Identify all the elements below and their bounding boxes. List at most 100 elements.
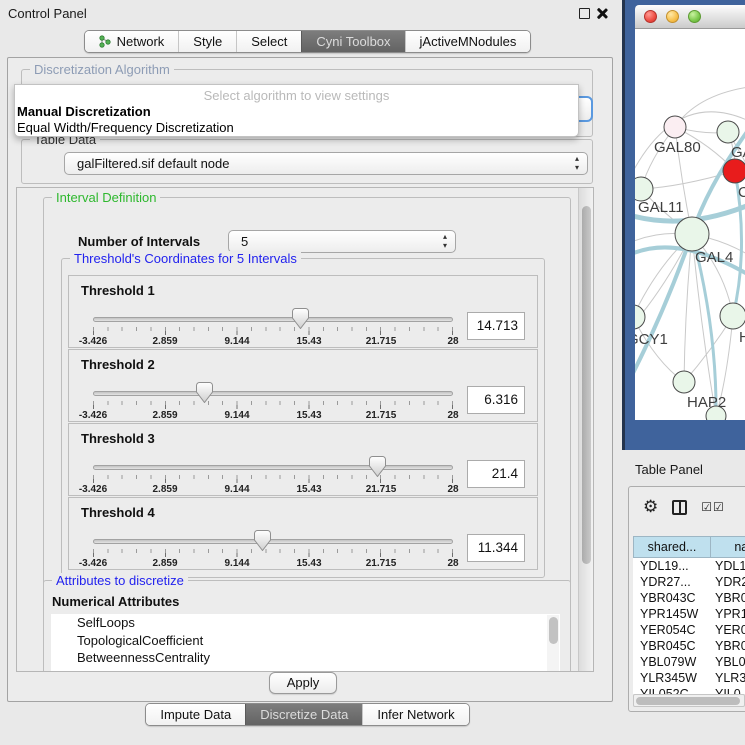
slider-ticks	[93, 549, 453, 557]
network-canvas[interactable]: GAL80 GA C GAL11 GAL4 GCY1 H HAP2	[635, 29, 745, 420]
application-window: Control Panel Network Style Sele	[0, 0, 745, 745]
threshold-3-value-field[interactable]: 21.4	[467, 460, 525, 488]
number-of-intervals-label: Number of Intervals	[78, 234, 200, 249]
table-header: shared... na...	[633, 536, 745, 558]
network-nodes[interactable]	[635, 116, 745, 420]
number-of-intervals-spinner[interactable]: 5 ▴▾	[228, 230, 456, 253]
float-window-icon[interactable]	[579, 8, 590, 19]
tab-infer-network[interactable]: Infer Network	[362, 704, 468, 725]
stepper-arrows-icon: ▴▾	[443, 232, 447, 250]
table-toolbar: ⚙ ☑☑	[635, 492, 745, 522]
node-gcy1[interactable]	[635, 305, 645, 329]
combobox-value: galFiltered.sif default node	[77, 153, 229, 174]
svg-text:GCY1: GCY1	[635, 331, 668, 348]
slider-ticks	[93, 475, 453, 483]
bottom-tabbar: Impute Data Discretize Data Infer Networ…	[0, 703, 615, 726]
cyni-toolbox-content: Discretization Algorithm Select algorith…	[7, 57, 613, 702]
tab-select[interactable]: Select	[236, 31, 301, 52]
tab-network[interactable]: Network	[85, 31, 179, 52]
threshold-2-value-field[interactable]: 6.316	[467, 386, 525, 414]
table-row[interactable]: YDR27...YDR2...	[633, 574, 745, 590]
table-row[interactable]: YDL19...YDL1...	[633, 558, 745, 574]
spinner-value: 5	[241, 231, 248, 252]
tab-cyni-toolbox[interactable]: Cyni Toolbox	[301, 31, 404, 52]
table-row[interactable]: YBR043CYBR0...	[633, 590, 745, 606]
tab-discretize-data[interactable]: Discretize Data	[245, 704, 362, 725]
numerical-attributes-label: Numerical Attributes	[52, 594, 179, 609]
slider-track	[93, 317, 453, 322]
tab-style[interactable]: Style	[178, 31, 236, 52]
table-row[interactable]: YBR045CYBR0...	[633, 638, 745, 654]
threshold-3-slider[interactable]: -3.4262.8599.14415.4321.71528	[93, 458, 453, 496]
node-gal80[interactable]	[664, 116, 686, 138]
select-columns-icon[interactable]: ☑☑	[701, 500, 725, 514]
group-title: Attributes to discretize	[52, 573, 188, 588]
svg-text:H: H	[739, 329, 745, 346]
slider-track	[93, 391, 453, 396]
network-window-titlebar[interactable]	[635, 5, 745, 29]
column-header-name[interactable]: na...	[711, 536, 745, 558]
svg-text:GAL80: GAL80	[654, 139, 701, 156]
threshold-1-slider[interactable]: -3.4262.8599.14415.4321.71528	[93, 310, 453, 348]
list-scrollbar[interactable]	[547, 615, 559, 672]
apply-button[interactable]: Apply	[269, 672, 337, 694]
table-row[interactable]: YPR145WYPR1...	[633, 606, 745, 622]
panel-title: Control Panel	[8, 0, 87, 27]
node-gal4[interactable]	[675, 217, 709, 251]
control-panel-titlebar: Control Panel	[0, 0, 615, 27]
table-panel-title: Table Panel	[635, 462, 703, 477]
group-title: Discretization Algorithm	[30, 62, 174, 77]
table-row[interactable]: YLR345WYLR3...	[633, 670, 745, 686]
minimize-traffic-light[interactable]	[666, 10, 679, 23]
threshold-4-slider[interactable]: -3.4262.8599.14415.4321.71528	[93, 532, 453, 570]
node-hap2[interactable]	[673, 371, 695, 393]
settings-scrollpane: Interval Definition Number of Intervals …	[16, 187, 594, 672]
table-row[interactable]: YIL052CYIL0...	[633, 686, 745, 694]
threshold-2-slider[interactable]: -3.4262.8599.14415.4321.71528	[93, 384, 453, 422]
threshold-3-panel: Threshold 3 -3.4262.8599.14415.4321.7152…	[68, 423, 538, 496]
list-item[interactable]: BetweennessCentrality	[51, 649, 560, 667]
group-title: Interval Definition	[52, 190, 160, 205]
slider-thumb[interactable]	[369, 456, 386, 477]
numerical-attributes-list: SelfLoops TopologicalCoefficient Between…	[51, 614, 560, 672]
popup-option-equal-width[interactable]: Equal Width/Frequency Discretization	[15, 120, 578, 136]
tab-impute-data[interactable]: Impute Data	[146, 704, 245, 725]
attributes-group: Attributes to discretize Numerical Attri…	[43, 580, 571, 672]
popup-option-manual-discretization[interactable]: Manual Discretization	[15, 104, 578, 120]
settings-scrollbar[interactable]	[578, 188, 593, 671]
slider-thumb[interactable]	[292, 308, 309, 329]
tab-jactivemnodules[interactable]: jActiveMNodules	[405, 31, 531, 52]
table-row[interactable]: YBL079WYBL0...	[633, 654, 745, 670]
threshold-4-value-field[interactable]: 11.344	[467, 534, 525, 562]
slider-thumb[interactable]	[196, 382, 213, 403]
table-horizontal-scrollbar[interactable]	[633, 694, 745, 707]
network-icon	[99, 35, 111, 48]
control-panel: Control Panel Network Style Sele	[0, 0, 615, 745]
zoom-traffic-light[interactable]	[688, 10, 701, 23]
node[interactable]	[717, 121, 739, 143]
node-selected-red[interactable]	[723, 159, 745, 183]
column-header-shared-name[interactable]: shared...	[633, 536, 711, 558]
slider-thumb[interactable]	[254, 530, 271, 551]
close-traffic-light[interactable]	[644, 10, 657, 23]
table-data-group: Table Data galFiltered.sif default node …	[21, 139, 593, 184]
slider-track	[93, 539, 453, 544]
table-panel: Table Panel ⚙ ☑☑ shared... na... YDL19..…	[622, 455, 745, 745]
gear-icon[interactable]: ⚙	[643, 497, 658, 517]
threshold-1-panel: Threshold 1 -3.4262.8599.14415.4321.7152…	[68, 275, 538, 348]
node-gal11[interactable]	[635, 177, 653, 201]
stepper-arrows-icon: ▴▾	[575, 154, 579, 172]
list-item[interactable]: TopologicalCoefficient	[51, 632, 560, 650]
slider-track	[93, 465, 453, 470]
svg-text:GA: GA	[731, 144, 745, 161]
network-view-window: GAL80 GA C GAL11 GAL4 GCY1 H HAP2	[622, 0, 745, 450]
list-item[interactable]: SelfLoops	[51, 614, 560, 632]
svg-text:GAL11: GAL11	[638, 199, 684, 216]
table-data-combobox[interactable]: galFiltered.sif default node ▴▾	[64, 152, 588, 175]
column-layout-icon[interactable]	[672, 500, 687, 515]
close-icon[interactable]	[595, 7, 608, 20]
threshold-1-value-field[interactable]: 14.713	[467, 312, 525, 340]
popup-placeholder: Select algorithm to view settings	[15, 87, 578, 104]
node[interactable]	[720, 303, 745, 329]
table-row[interactable]: YER054CYER0...	[633, 622, 745, 638]
